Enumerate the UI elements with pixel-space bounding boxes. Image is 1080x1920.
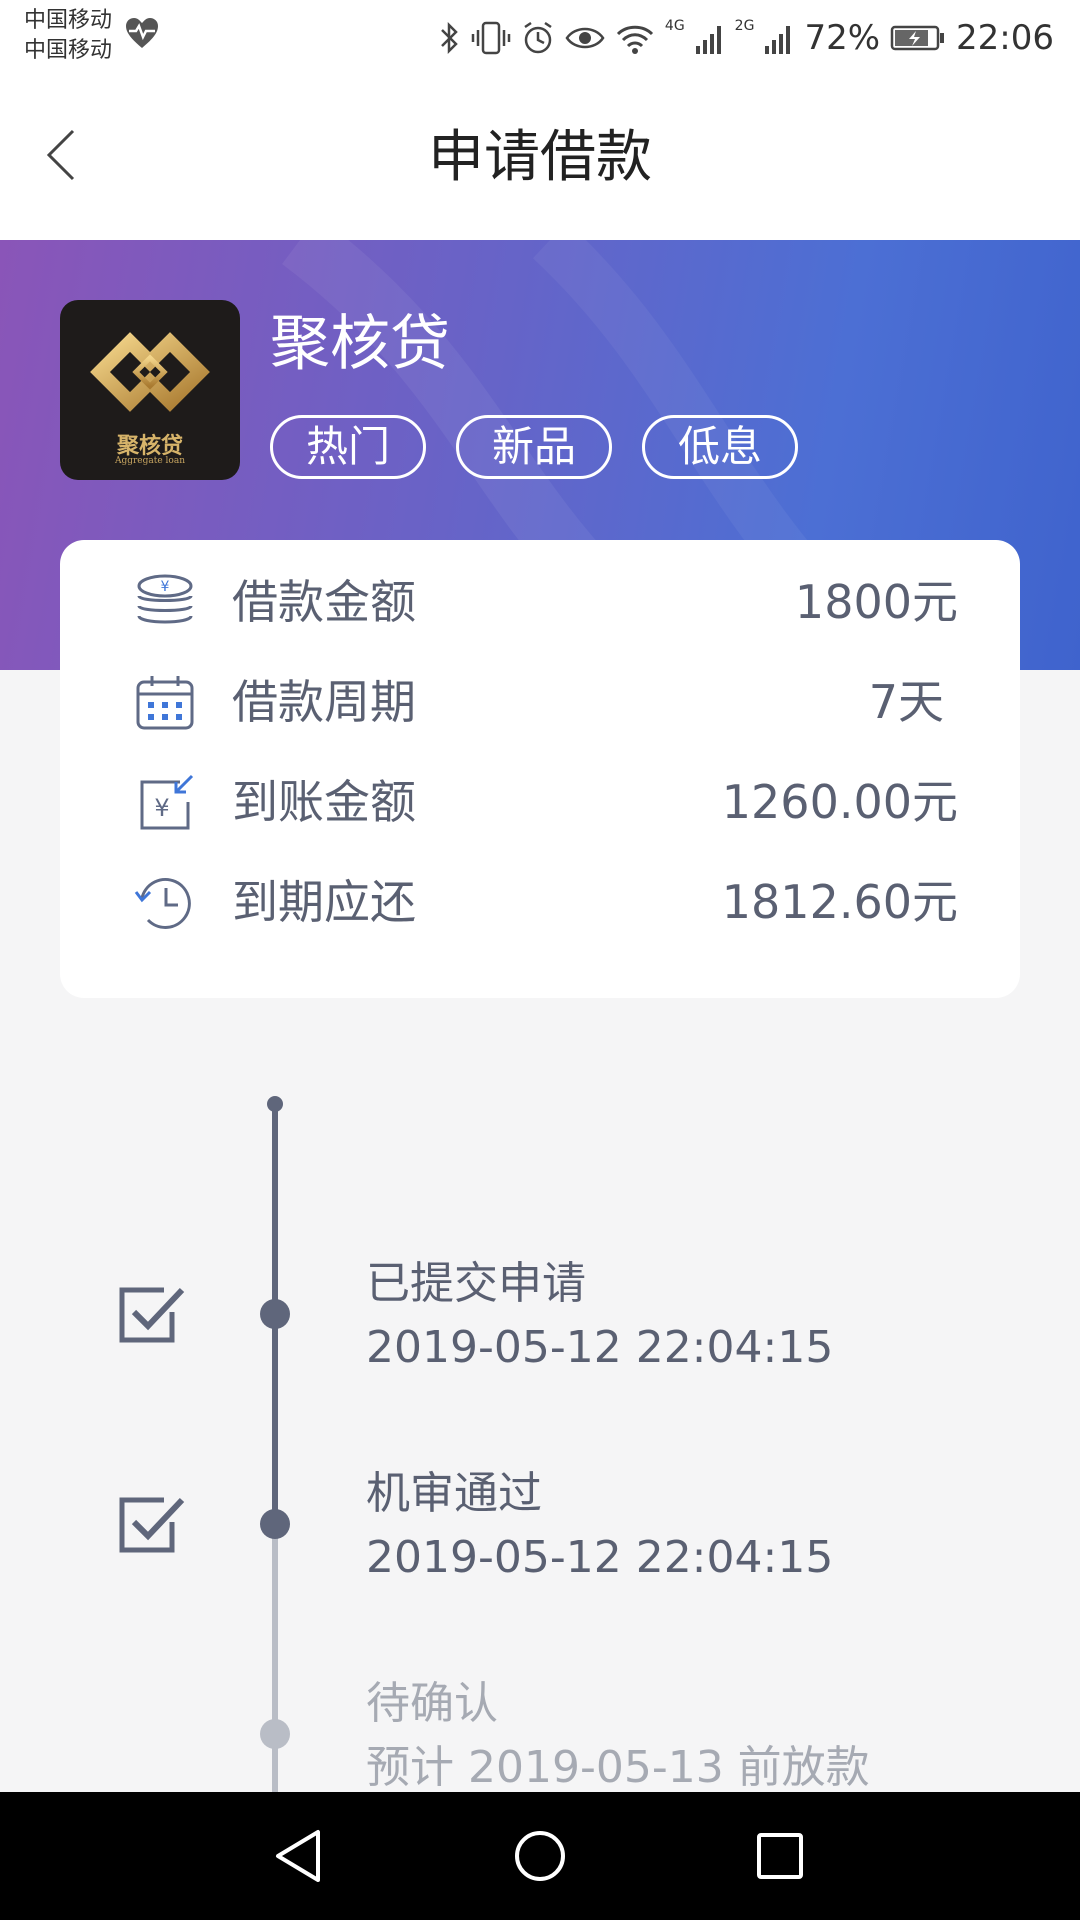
carrier-1: 中国移动 [24, 8, 113, 33]
battery-percent: 72% [804, 18, 881, 58]
status-bar: 中国移动 中国移动 4G 2G 72% 22:06 [0, 0, 1080, 76]
tag-hot: 热门 [270, 415, 426, 479]
timeline-dot-submitted [260, 1299, 290, 1329]
step-approved-time: 2019-05-12 22:04:15 [366, 1532, 834, 1583]
heart-rate-icon [126, 18, 158, 48]
value-due-amount: 1812.60元 [721, 875, 958, 929]
label-received-amount: 到账金额 [232, 775, 416, 829]
logo-mark-icon [90, 332, 210, 412]
step-pending-time: 预计 2019-05-13 前放款 [366, 1742, 870, 1793]
clock-history-icon [134, 877, 191, 929]
alarm-icon [524, 21, 552, 54]
label-due-amount: 到期应还 [232, 875, 416, 929]
tag-low-interest: 低息 [642, 415, 798, 479]
step-pending-title: 待确认 [366, 1678, 498, 1729]
row-loan-amount: ¥ 借款金额 1800元 [60, 552, 1020, 652]
back-button[interactable] [36, 120, 84, 190]
status-icons: 4G 2G 72% 22:06 [439, 14, 1054, 62]
timeline-dot-pending [260, 1719, 290, 1749]
received-money-icon: ¥ [140, 774, 194, 830]
clock-time: 22:06 [956, 18, 1054, 58]
wifi-icon [616, 25, 653, 54]
label-loan-period: 借款周期 [232, 675, 416, 729]
eye-icon [565, 27, 605, 49]
value-loan-period: 7天 [868, 675, 944, 729]
product-tags: 热门 新品 低息 [270, 415, 798, 479]
logo-subtext: Aggregate loan [114, 456, 186, 466]
step-submitted-time: 2019-05-12 22:04:15 [366, 1322, 834, 1373]
timeline-start-dot [267, 1096, 283, 1112]
value-received-amount: 1260.00元 [721, 775, 958, 829]
signal-icon-1 [695, 26, 721, 54]
carrier-labels: 中国移动 中国移动 [24, 6, 112, 66]
signal-icon-2 [765, 26, 791, 54]
svg-text:¥: ¥ [161, 579, 170, 595]
step-submitted-title: 已提交申请 [366, 1258, 586, 1309]
checkbox-checked-icon [119, 1497, 185, 1553]
label-loan-amount: 借款金额 [232, 575, 416, 629]
network-type-2: 2G [734, 18, 755, 34]
svg-text:¥: ¥ [154, 794, 169, 822]
timeline-line-pending [272, 1524, 278, 1794]
row-received-amount: ¥ 到账金额 1260.00元 [60, 752, 1020, 852]
checkbox-checked-icon [119, 1287, 185, 1343]
back-triangle-icon[interactable] [268, 1824, 332, 1888]
chevron-left-icon [46, 129, 75, 181]
row-due-amount: 到期应还 1812.60元 [60, 852, 1020, 952]
carrier-2: 中国移动 [24, 38, 113, 63]
bluetooth-icon [441, 21, 458, 55]
system-nav-bar [0, 1792, 1080, 1920]
nav-header: 申请借款 [0, 76, 1080, 240]
vibrate-icon [471, 21, 511, 55]
calendar-icon [136, 676, 194, 730]
battery-charging-icon [890, 25, 945, 51]
recents-square-icon[interactable] [748, 1824, 812, 1888]
tag-new: 新品 [456, 415, 612, 479]
loan-info-card: ¥ 借款金额 1800元 借款周期 7天 ¥ 到账金额 1260.00元 到期应… [60, 540, 1020, 998]
row-loan-period: 借款周期 7天 [60, 652, 1020, 752]
product-logo: 聚核贷 Aggregate loan [60, 300, 240, 480]
network-type-1: 4G [664, 18, 685, 34]
timeline-dot-approved [260, 1509, 290, 1539]
step-approved-title: 机审通过 [366, 1468, 542, 1519]
coins-icon: ¥ [137, 574, 193, 624]
value-loan-amount: 1800元 [794, 575, 958, 629]
home-circle-icon[interactable] [508, 1824, 572, 1888]
page-title: 申请借款 [428, 125, 652, 190]
product-name: 聚核贷 [270, 309, 450, 379]
